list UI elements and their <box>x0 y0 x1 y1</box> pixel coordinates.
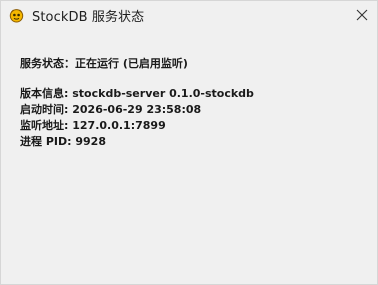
app-emblem-icon <box>9 8 24 23</box>
process-pid-value: 9928 <box>75 135 106 148</box>
process-pid-line: 进程 PID: 9928 <box>20 134 377 150</box>
listen-address-value: 127.0.0.1:7899 <box>72 119 166 132</box>
start-time-label: 启动时间: <box>20 103 69 116</box>
start-time-value: 2026-06-29 23:58:08 <box>72 103 202 116</box>
close-button[interactable] <box>347 1 377 29</box>
window-title: StockDB 服务状态 <box>32 9 145 25</box>
title-bar[interactable]: StockDB 服务状态 <box>1 1 377 29</box>
version-value: stockdb-server 0.1.0-stockdb <box>72 87 254 100</box>
version-label: 版本信息: <box>20 87 69 100</box>
service-status-value: 正在运行 (已启用监听) <box>75 57 188 70</box>
close-icon <box>356 6 368 25</box>
status-window: StockDB 服务状态 服务状态：正在运行 (已启用监听) 版本信息: sto… <box>0 0 378 285</box>
service-status-line: 服务状态：正在运行 (已启用监听) <box>20 56 377 72</box>
service-status-label: 服务状态： <box>20 57 75 70</box>
status-content: 服务状态：正在运行 (已启用监听) 版本信息: stockdb-server 0… <box>1 29 377 150</box>
version-line: 版本信息: stockdb-server 0.1.0-stockdb <box>20 86 377 102</box>
process-pid-label: 进程 PID: <box>20 135 72 148</box>
start-time-line: 启动时间: 2026-06-29 23:58:08 <box>20 102 377 118</box>
listen-address-line: 监听地址: 127.0.0.1:7899 <box>20 118 377 134</box>
listen-address-label: 监听地址: <box>20 119 69 132</box>
